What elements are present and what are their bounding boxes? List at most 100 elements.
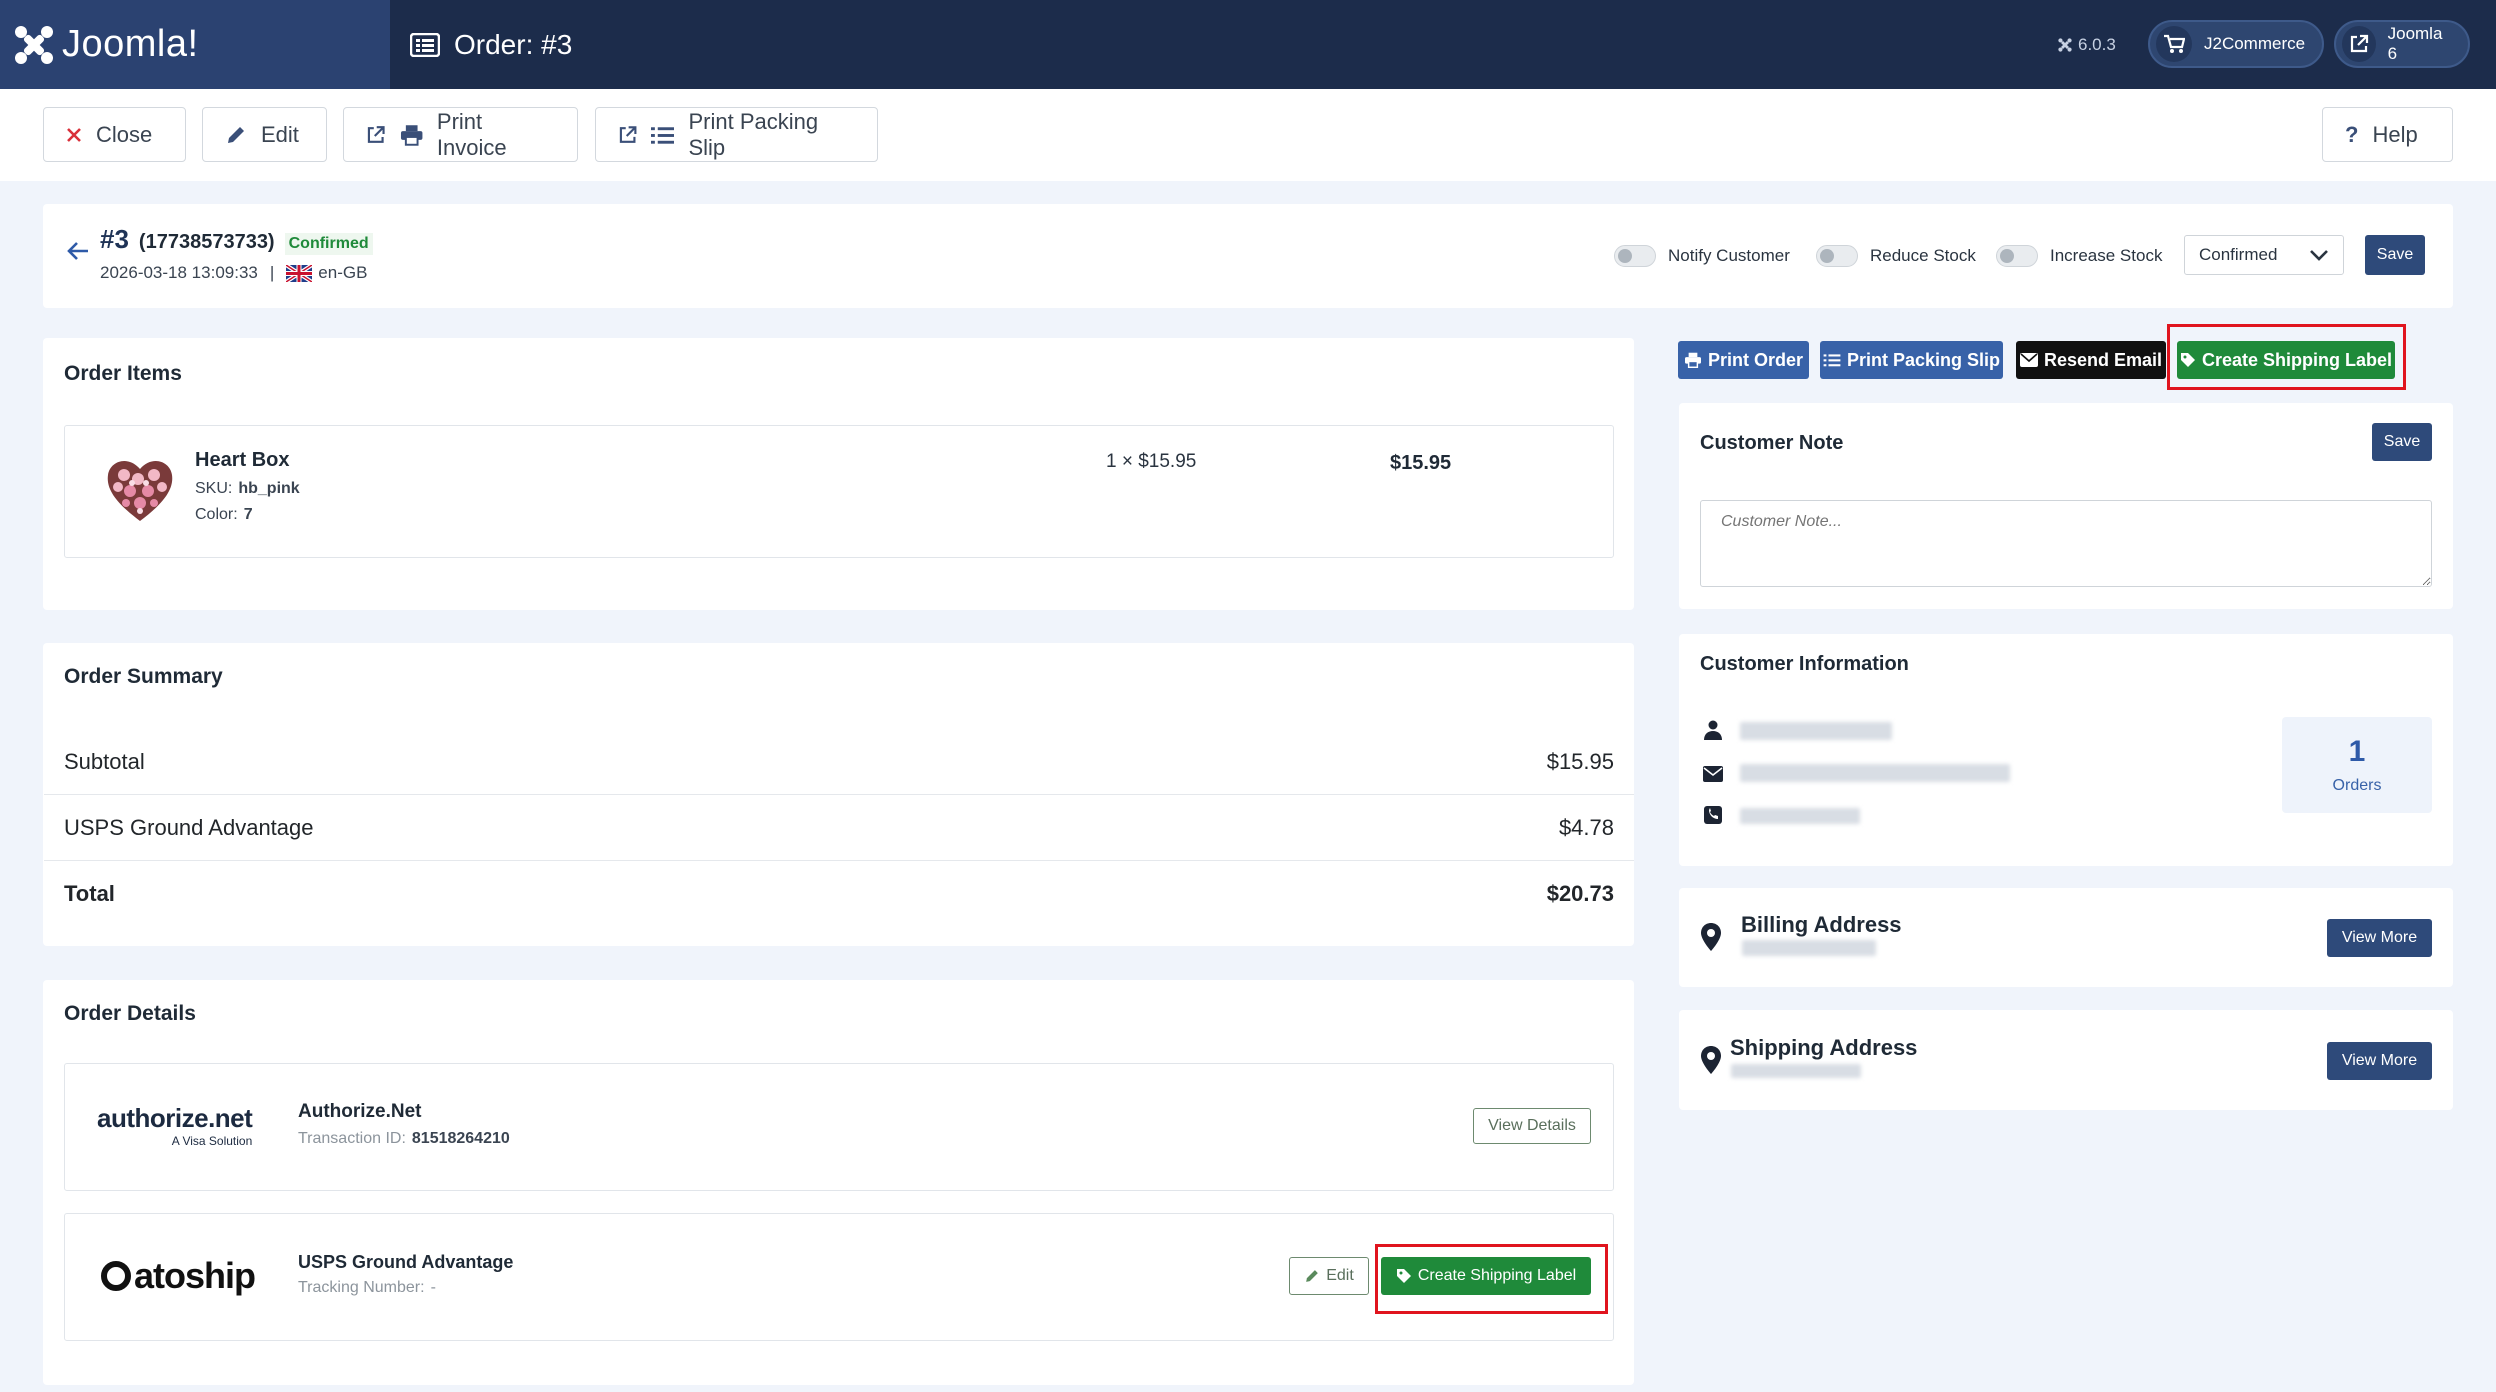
item-option: Color: 7 (195, 506, 253, 524)
edit-button[interactable]: Edit (202, 107, 327, 162)
map-pin-icon (1701, 923, 1721, 951)
brand-name: Joomla! (62, 23, 199, 65)
shipping-view-more-button[interactable]: View More (2327, 1042, 2432, 1080)
list-icon (410, 32, 440, 57)
reduce-stock-switch[interactable] (1816, 245, 1858, 267)
orders-count-box[interactable]: 1 Orders (2282, 717, 2432, 813)
payment-transaction: Transaction ID: 81518264210 (298, 1130, 510, 1148)
billing-address-redacted (1742, 940, 1876, 956)
print-packing-slip-button[interactable]: Print Packing Slip (595, 107, 878, 162)
print-order-button[interactable]: Print Order (1678, 341, 1809, 379)
atoship-mark-icon (101, 1261, 131, 1291)
customer-note-textarea[interactable] (1700, 500, 2432, 587)
billing-view-more-button[interactable]: View More (2327, 919, 2432, 957)
close-button[interactable]: Close (43, 107, 186, 162)
order-reference: (17738573733) (138, 231, 275, 253)
joomla-small-icon (2058, 37, 2072, 52)
authorize-net-logo: authorize.net A Visa Solution (97, 1103, 253, 1148)
joomla-site-link[interactable]: Joomla 6 (2334, 20, 2470, 68)
sku-value: hb_pink (238, 480, 300, 497)
tag-icon (1396, 1269, 1411, 1283)
transaction-id: 81518264210 (411, 1130, 510, 1147)
printer-icon (1684, 352, 1701, 368)
transaction-label: Transaction ID: (298, 1130, 406, 1147)
pencil-icon (1306, 1270, 1319, 1282)
cart-icon (2156, 26, 2192, 62)
increase-stock-switch[interactable] (1996, 245, 2038, 267)
print-packing-slip-action-label: Print Packing Slip (1846, 349, 2001, 370)
j2commerce-link[interactable]: J2Commerce (2148, 20, 2324, 68)
status-select-value: Confirmed (2199, 245, 2278, 264)
pencil-icon (228, 126, 244, 143)
order-meta: 2026-03-18 13:09:33 | en-GB (100, 263, 367, 283)
page-title: Order: #3 (410, 0, 572, 89)
increase-stock-label: Increase Stock (2050, 246, 2163, 265)
view-details-button[interactable]: View Details (1473, 1108, 1591, 1144)
create-shipping-label-button-bottom[interactable]: Create Shipping Label (1381, 1257, 1591, 1295)
j2commerce-label: J2Commerce (2204, 34, 2306, 53)
order-items-title: Order Items (64, 362, 182, 385)
shipping-view-more-label: View More (2341, 1052, 2418, 1069)
reduce-stock-toggle[interactable]: Reduce Stock (1816, 245, 1976, 267)
phone-icon (1704, 806, 1722, 824)
close-icon (67, 127, 81, 142)
resend-email-label: Resend Email (2043, 349, 2163, 370)
atoship-logo: atoship (100, 1255, 256, 1297)
create-shipping-label-button-top[interactable]: Create Shipping Label (2177, 341, 2395, 379)
tag-icon (2180, 353, 2195, 367)
increase-stock-toggle[interactable]: Increase Stock (1996, 245, 2162, 267)
order-datetime: 2026-03-18 13:09:33 (100, 263, 258, 282)
edit-shipping-button[interactable]: Edit (1289, 1257, 1369, 1295)
uk-flag-icon (286, 264, 313, 282)
shipping-method-name: USPS Ground Advantage (298, 1252, 514, 1272)
billing-view-more-label: View More (2341, 929, 2418, 946)
map-pin-icon (1701, 1046, 1721, 1074)
external-link-icon (2342, 26, 2376, 62)
shipping-address-redacted (1731, 1064, 1861, 1078)
edit-shipping-label: Edit (1326, 1267, 1354, 1284)
subtotal-value: $15.95 (1546, 748, 1614, 774)
question-icon: ? (2345, 121, 2359, 147)
chevron-down-icon (2310, 250, 2328, 261)
user-icon (1704, 720, 1722, 740)
order-title: #3 (17738573733) Confirmed (100, 224, 373, 255)
total-label: Total (64, 881, 115, 906)
envelope-icon (1703, 766, 1723, 782)
billing-address-title: Billing Address (1741, 912, 1902, 937)
view-details-label: View Details (1488, 1117, 1576, 1134)
item-name: Heart Box (195, 449, 290, 471)
joomla-icon (15, 25, 53, 64)
notify-toggle-switch[interactable] (1614, 245, 1656, 267)
resend-email-button[interactable]: Resend Email (2016, 341, 2166, 379)
customer-phone-redacted (1740, 808, 1860, 824)
item-total: $15.95 (1390, 452, 1452, 474)
summary-row-total: Total $20.73 (44, 861, 1634, 927)
print-packing-slip-label: Print Packing Slip (688, 108, 819, 160)
shipping-value: $4.78 (1558, 814, 1614, 840)
order-summary-title: Order Summary (64, 665, 223, 688)
back-arrow-icon[interactable] (66, 240, 90, 262)
list-icon (651, 126, 675, 144)
order-number: #3 (100, 224, 129, 254)
payment-row (64, 1063, 1614, 1191)
joomla-logo[interactable]: Joomla! (0, 0, 390, 89)
save-note-label: Save (2383, 433, 2421, 450)
page-title-text: Order: #3 (454, 28, 573, 60)
save-note-button[interactable]: Save (2372, 423, 2432, 461)
status-select[interactable]: Confirmed (2184, 235, 2344, 275)
print-invoice-button[interactable]: Print Invoice (343, 107, 578, 162)
authorize-net-logo-text: authorize.net (97, 1103, 253, 1133)
notify-customer-label: Notify Customer (1668, 246, 1790, 265)
sku-label: SKU: (195, 480, 233, 497)
edit-label: Edit (261, 121, 299, 147)
language-code: en-GB (318, 263, 368, 282)
customer-name-redacted (1740, 722, 1892, 740)
help-button[interactable]: ? Help (2322, 107, 2453, 162)
option-label: Color: (195, 506, 238, 523)
option-value: 7 (243, 506, 253, 523)
notify-customer-toggle[interactable]: Notify Customer (1614, 245, 1790, 267)
close-label: Close (96, 121, 153, 147)
print-packing-slip-action[interactable]: Print Packing Slip (1820, 341, 2003, 379)
save-status-button[interactable]: Save (2365, 235, 2425, 275)
joomla-version[interactable]: 6.0.3 (2058, 0, 2116, 89)
